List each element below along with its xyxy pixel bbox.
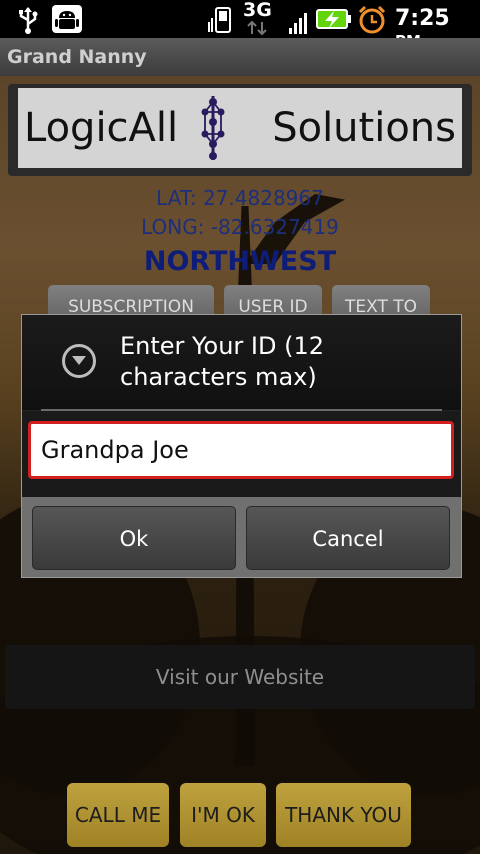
- dialog-actions: Ok Cancel: [22, 497, 461, 577]
- dialog-body: [22, 411, 461, 497]
- signal-strength-icon: [289, 13, 307, 34]
- usb-icon: [19, 7, 38, 34]
- dialog-header: Enter Your ID (12 characters max): [22, 315, 461, 410]
- app-title-bar: Grand Nanny: [0, 38, 480, 76]
- app-title: Grand Nanny: [7, 46, 147, 68]
- data-arrows-icon: [247, 20, 267, 36]
- dropdown-circle-icon: [62, 344, 96, 378]
- android-debug-icon: [52, 5, 82, 33]
- cancel-button[interactable]: Cancel: [246, 506, 450, 570]
- alarm-clock-icon: [358, 5, 386, 34]
- ok-button[interactable]: Ok: [32, 506, 236, 570]
- user-id-input[interactable]: [28, 421, 454, 479]
- network-type: 3G: [243, 0, 272, 21]
- enter-id-dialog: Enter Your ID (12 characters max) Ok Can…: [21, 314, 462, 578]
- clock-time: 7:25: [395, 6, 450, 31]
- dialog-title: Enter Your ID (12 characters max): [120, 332, 324, 391]
- battery-charging-icon: [316, 9, 351, 29]
- phone-signal-icon: [208, 7, 231, 33]
- status-bar: 3G 7:25 PM: [0, 0, 480, 50]
